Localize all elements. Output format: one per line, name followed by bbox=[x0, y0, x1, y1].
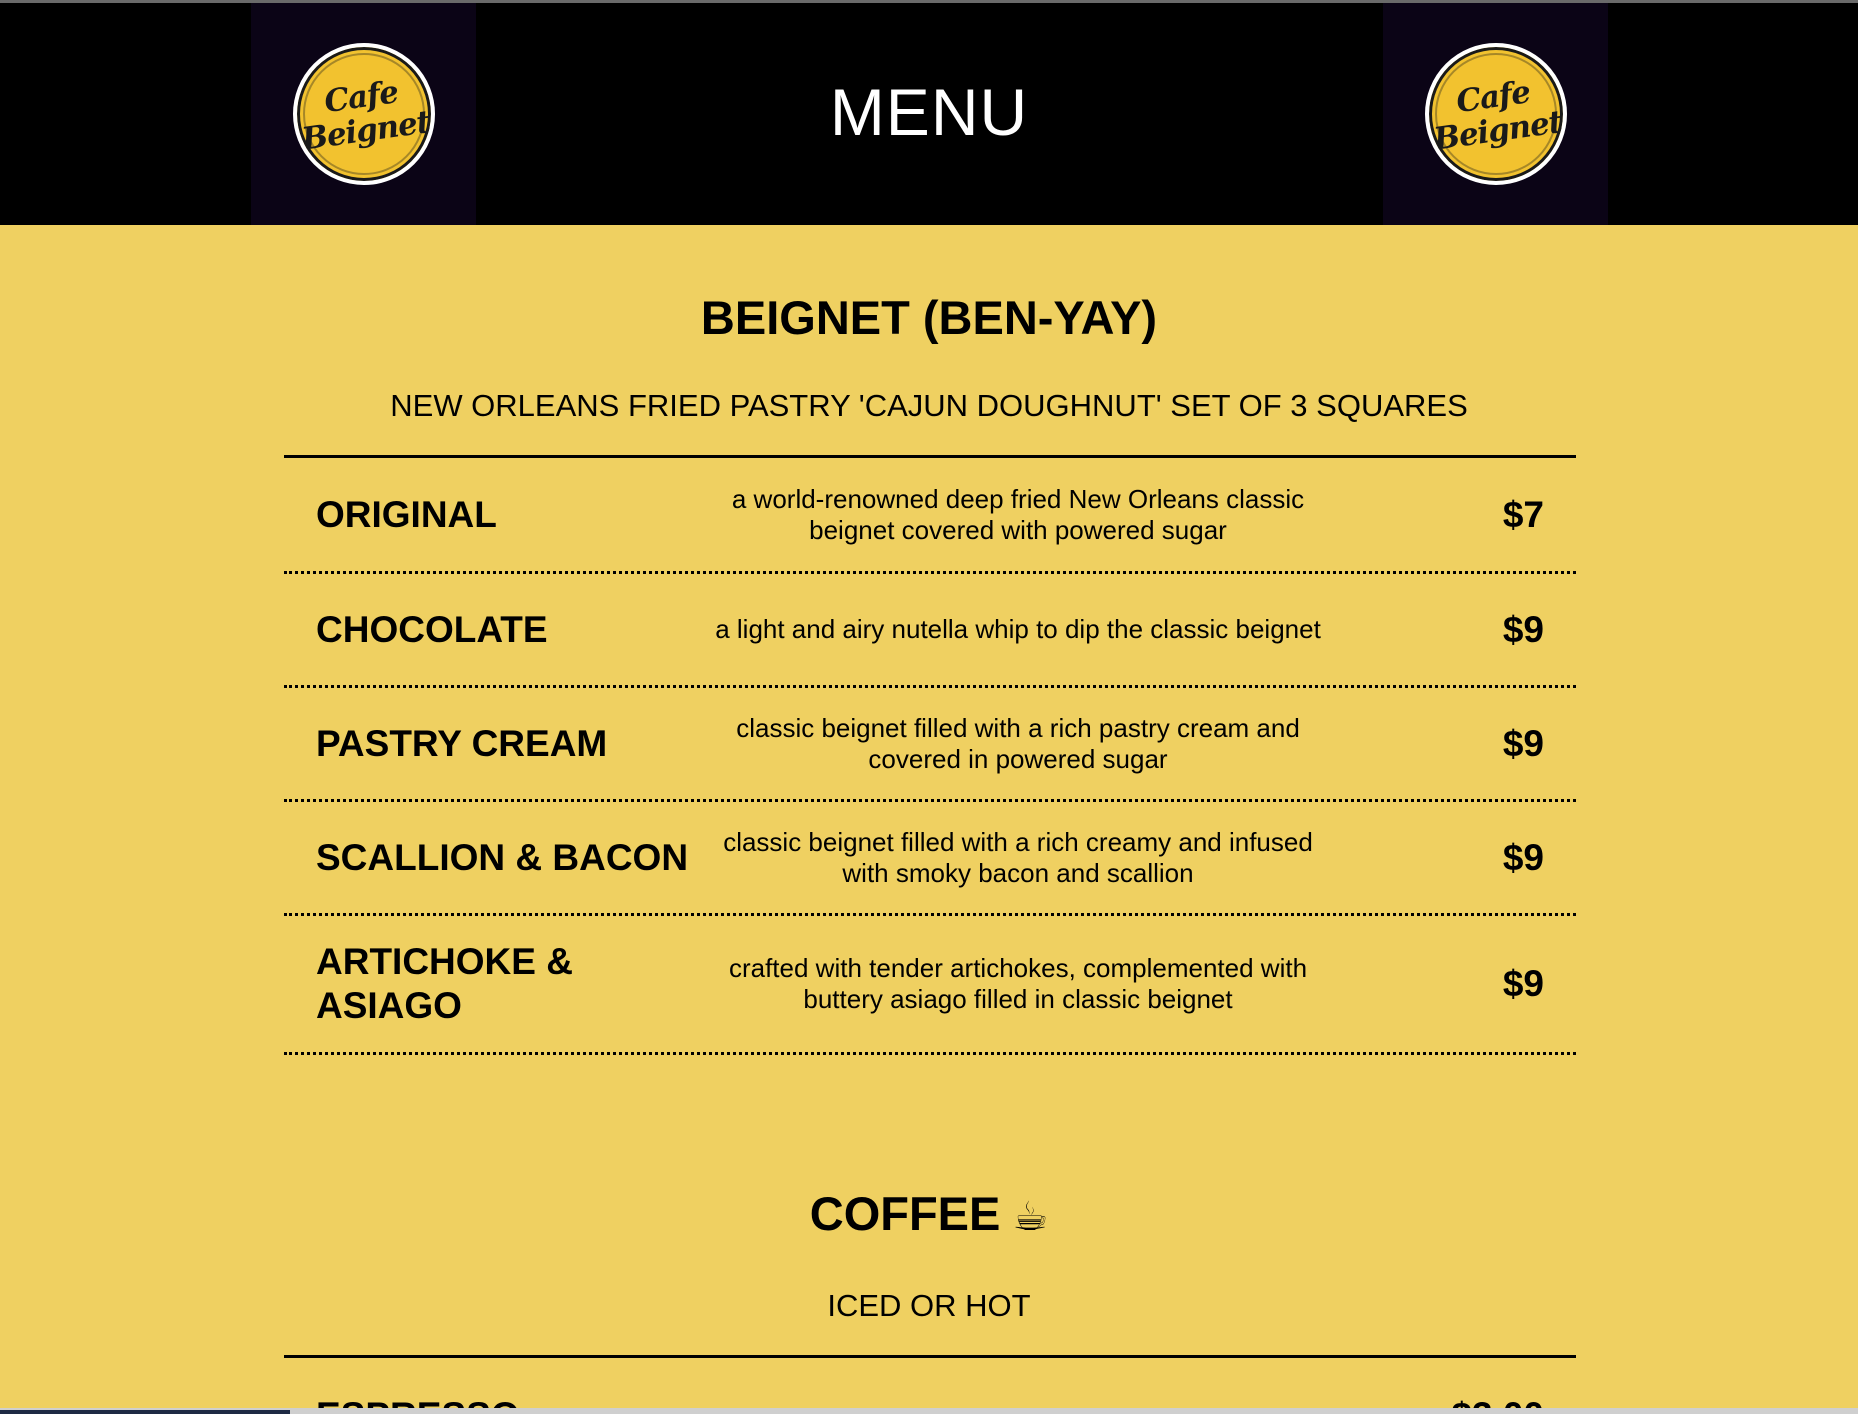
menu-item-description: a world-renowned deep fried New Orleans … bbox=[731, 483, 1305, 545]
menu-page: Cafe Beignet MENU Cafe Beignet BEIGNET (… bbox=[0, 0, 1858, 1414]
logo-panel-right: Cafe Beignet bbox=[1383, 3, 1608, 225]
menu-header: Cafe Beignet MENU Cafe Beignet bbox=[0, 0, 1858, 225]
menu-item-original: ORIGINAL a world-renowned deep fried New… bbox=[284, 458, 1576, 574]
menu-item-price: $9 bbox=[1502, 722, 1544, 764]
menu-item-description: crafted with tender artichokes, compleme… bbox=[728, 953, 1308, 1014]
menu-item-scallion-bacon: SCALLION & BACON classic beignet filled … bbox=[284, 802, 1576, 916]
logo-text: Cafe Beignet bbox=[1431, 74, 1565, 158]
menu-item-name: PASTRY CREAM bbox=[316, 722, 608, 764]
coffee-section-title-text: COFFEE bbox=[809, 1187, 1001, 1240]
coffee-section-subtitle: ICED OR HOT bbox=[827, 1288, 1031, 1323]
cafe-beignet-logo-icon[interactable]: Cafe Beignet bbox=[292, 43, 435, 185]
menu-item-price: $9 bbox=[1502, 963, 1544, 1004]
menu-item-name: ORIGINAL bbox=[316, 493, 497, 535]
logo-text: Cafe Beignet bbox=[299, 74, 433, 158]
logo-panel-left: Cafe Beignet bbox=[251, 3, 476, 225]
menu-item-name: ARTICHOKE & ASIAGO bbox=[316, 941, 573, 1026]
menu-item-price: $9 bbox=[1502, 608, 1544, 650]
beignet-section-title: BEIGNET (BEN-YAY) bbox=[700, 291, 1158, 344]
menu-item-description: a light and airy nutella whip to dip the… bbox=[715, 614, 1321, 644]
menu-item-description: classic beignet filled with a rich cream… bbox=[723, 826, 1313, 888]
menu-item-price: $7 bbox=[1502, 493, 1544, 535]
cafe-beignet-logo-icon[interactable]: Cafe Beignet bbox=[1424, 43, 1567, 185]
menu-item-name: SCALLION & BACON bbox=[316, 836, 689, 878]
menu-item-name: CHOCOLATE bbox=[316, 608, 548, 650]
coffee-section-title: COFFEE ☕ bbox=[0, 1186, 1858, 1245]
menu-item-chocolate: CHOCOLATE a light and airy nutella whip … bbox=[284, 574, 1576, 688]
menu-item-description: classic beignet filled with a rich pastr… bbox=[736, 712, 1300, 774]
menu-item-espresso: ESPRESSO $3.00 bbox=[284, 1358, 1576, 1414]
menu-item-artichoke-asiago: ARTICHOKE & ASIAGO crafted with tender a… bbox=[284, 916, 1576, 1055]
menu-item-pastry-cream: PASTRY CREAM classic beignet filled with… bbox=[284, 688, 1576, 802]
coffee-cup-icon: ☕ bbox=[1012, 1195, 1049, 1239]
menu-item-price: $9 bbox=[1502, 836, 1544, 878]
beignet-section-subtitle: NEW ORLEANS FRIED PASTRY 'CAJUN DOUGHNUT… bbox=[390, 388, 1468, 423]
window-bottom-edge bbox=[0, 1408, 1858, 1414]
